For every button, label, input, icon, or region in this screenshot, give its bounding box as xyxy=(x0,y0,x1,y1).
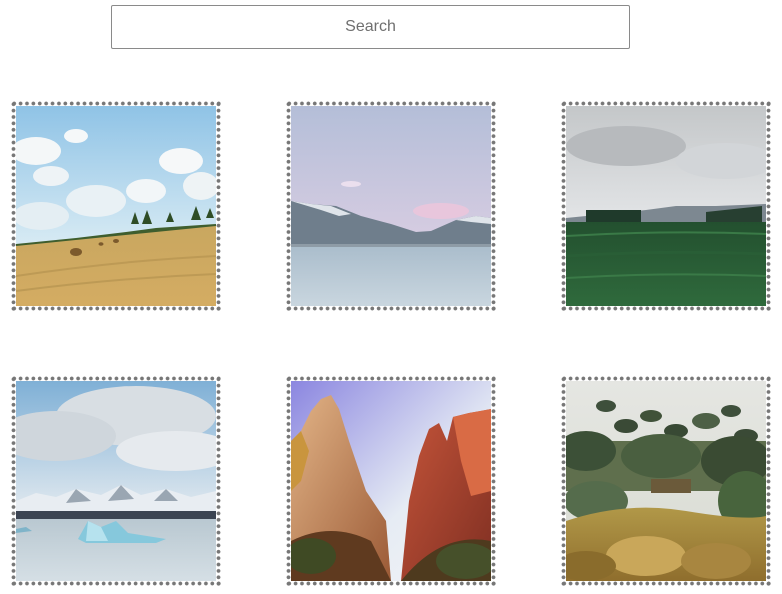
wild-garden-photo xyxy=(566,381,766,581)
hay-field-photo xyxy=(16,106,216,306)
gallery-photo-tile[interactable] xyxy=(561,101,771,311)
glacier-lagoon-photo xyxy=(16,381,216,581)
photo-gallery-page xyxy=(0,0,782,594)
gallery-photo-tile[interactable] xyxy=(286,376,496,586)
search-input[interactable] xyxy=(111,5,630,49)
green-meadow-photo xyxy=(566,106,766,306)
gallery-photo-tile[interactable] xyxy=(11,101,221,311)
gallery-photo-tile[interactable] xyxy=(286,101,496,311)
gallery-photo-tile[interactable] xyxy=(561,376,771,586)
gallery-photo-tile[interactable] xyxy=(11,376,221,586)
mountain-lake-photo xyxy=(291,106,491,306)
red-rock-canyon-photo xyxy=(291,381,491,581)
